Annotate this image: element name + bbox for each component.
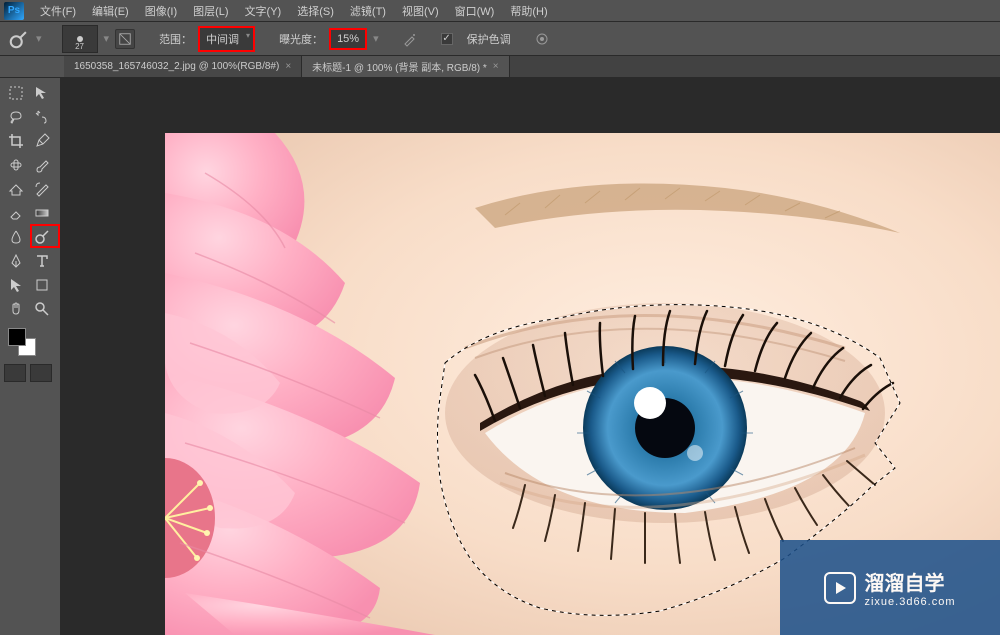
quick-selection-tool[interactable] bbox=[30, 106, 54, 128]
pen-tool[interactable] bbox=[4, 250, 28, 272]
eyedropper-tool[interactable] bbox=[30, 130, 54, 152]
close-icon[interactable]: × bbox=[493, 61, 499, 72]
lasso-tool[interactable] bbox=[4, 106, 28, 128]
eraser-tool[interactable] bbox=[4, 202, 28, 224]
menu-file[interactable]: 文件(F) bbox=[32, 0, 84, 22]
range-label: 范围： bbox=[159, 31, 192, 47]
protect-tones-label: 保护色调 bbox=[467, 31, 511, 47]
move-tool[interactable] bbox=[30, 82, 54, 104]
range-dropdown[interactable]: 中间调 ▾ bbox=[198, 26, 255, 52]
range-value: 中间调 bbox=[206, 34, 239, 46]
clone-stamp-tool[interactable] bbox=[4, 178, 28, 200]
marquee-tool[interactable] bbox=[4, 82, 28, 104]
menu-image[interactable]: 图像(I) bbox=[137, 0, 185, 22]
menu-window[interactable]: 窗口(W) bbox=[447, 0, 503, 22]
document-tab-2[interactable]: 未标题-1 @ 100% (背景 副本, RGB/8) * × bbox=[302, 56, 509, 77]
path-selection-tool[interactable] bbox=[4, 274, 28, 296]
gradient-tool[interactable] bbox=[30, 202, 54, 224]
blur-tool[interactable] bbox=[4, 226, 28, 248]
menu-view[interactable]: 视图(V) bbox=[394, 0, 447, 22]
options-bar: ▾ 27 ▾ 范围： 中间调 ▾ 曝光度： 15% ▾ ✓ 保护色调 bbox=[0, 22, 1000, 56]
standard-mode-button[interactable] bbox=[4, 364, 26, 382]
brush-tool[interactable] bbox=[30, 154, 54, 176]
menu-type[interactable]: 文字(Y) bbox=[237, 0, 290, 22]
menu-select[interactable]: 选择(S) bbox=[289, 0, 342, 22]
foreground-color[interactable] bbox=[8, 328, 26, 346]
exposure-input[interactable]: 15% bbox=[329, 28, 367, 50]
watermark-url: zixue.3d66.com bbox=[864, 596, 955, 608]
document-tab-1[interactable]: 1650358_165746032_2.jpg @ 100%(RGB/8#) × bbox=[64, 56, 302, 77]
exposure-label: 曝光度： bbox=[279, 31, 323, 47]
quickmask-mode-button[interactable] bbox=[30, 364, 52, 382]
menu-layer[interactable]: 图层(L) bbox=[185, 0, 236, 22]
zoom-tool[interactable] bbox=[30, 298, 54, 320]
menu-bar: Ps 文件(F) 编辑(E) 图像(I) 图层(L) 文字(Y) 选择(S) 滤… bbox=[0, 0, 1000, 22]
crop-tool[interactable] bbox=[4, 130, 28, 152]
dodge-tool[interactable] bbox=[30, 226, 54, 248]
menu-edit[interactable]: 编辑(E) bbox=[84, 0, 137, 22]
document-tabs: 1650358_165746032_2.jpg @ 100%(RGB/8#) ×… bbox=[0, 56, 1000, 78]
protect-tones-checkbox[interactable]: ✓ bbox=[441, 33, 453, 45]
brush-panel-toggle[interactable] bbox=[115, 29, 135, 49]
history-brush-tool[interactable] bbox=[30, 178, 54, 200]
healing-brush-tool[interactable] bbox=[4, 154, 28, 176]
photoshop-logo: Ps bbox=[4, 2, 24, 20]
shape-tool[interactable] bbox=[30, 274, 54, 296]
close-icon[interactable]: × bbox=[285, 61, 291, 72]
play-icon bbox=[824, 572, 856, 604]
watermark-title: 溜溜自学 bbox=[864, 567, 955, 596]
hand-tool[interactable] bbox=[4, 298, 28, 320]
type-tool[interactable] bbox=[30, 250, 54, 272]
menu-filter[interactable]: 滤镜(T) bbox=[342, 0, 394, 22]
tool-preset-icon[interactable] bbox=[8, 28, 30, 50]
tab-1-label: 1650358_165746032_2.jpg @ 100%(RGB/8#) bbox=[74, 61, 279, 72]
brush-size-label: 27 bbox=[75, 42, 84, 51]
tab-2-label: 未标题-1 @ 100% (背景 副本, RGB/8) * bbox=[312, 59, 487, 74]
tools-panel bbox=[0, 78, 58, 386]
watermark: 溜溜自学 zixue.3d66.com bbox=[780, 540, 1000, 635]
check-icon: ✓ bbox=[442, 33, 450, 44]
brush-preset-picker[interactable]: 27 bbox=[62, 25, 98, 53]
menu-help[interactable]: 帮助(H) bbox=[502, 0, 555, 22]
color-swatches bbox=[4, 326, 54, 358]
airbrush-toggle[interactable] bbox=[399, 28, 421, 50]
pressure-toggle[interactable] bbox=[531, 28, 553, 50]
